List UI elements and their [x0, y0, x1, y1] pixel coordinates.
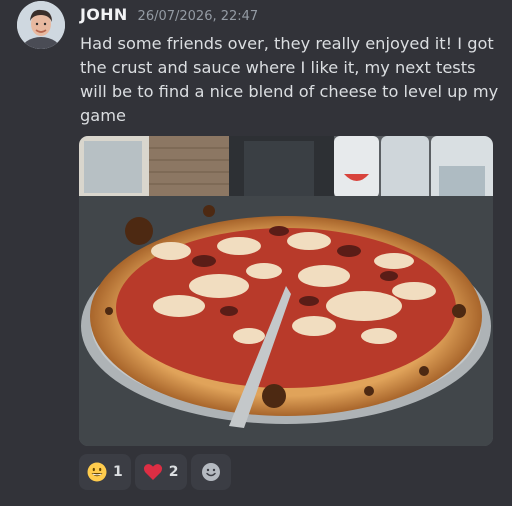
- avatar-portrait-icon: [17, 1, 65, 49]
- grinning-face-icon: [87, 462, 107, 482]
- reaction-count: 1: [113, 464, 123, 480]
- reaction-grinning-face[interactable]: 1: [79, 454, 131, 490]
- red-heart-icon: [143, 462, 163, 482]
- chat-message: JOHN 26/07/2026, 22:47 Had some friends …: [0, 0, 512, 506]
- message-text: Had some friends over, they really enjoy…: [80, 34, 499, 125]
- user-avatar[interactable]: [17, 1, 65, 49]
- add-reaction-button[interactable]: [190, 454, 231, 490]
- image-attachment[interactable]: [79, 136, 493, 446]
- reaction-red-heart[interactable]: 2: [134, 454, 187, 490]
- username[interactable]: JOHN: [80, 5, 128, 24]
- pizza-photo: [79, 136, 493, 446]
- timestamp[interactable]: 26/07/2026, 22:47: [138, 9, 259, 24]
- reaction-count: 2: [168, 464, 179, 480]
- message-header: JOHN 26/07/2026, 22:47: [80, 5, 258, 27]
- add-reaction-smiley-icon: [201, 462, 221, 482]
- reactions-bar: 1 2: [79, 454, 231, 490]
